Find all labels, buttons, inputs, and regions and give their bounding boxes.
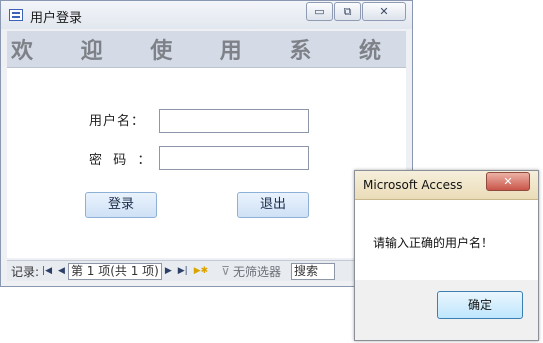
- window-title: 用户登录: [30, 11, 83, 26]
- close-icon: ✕: [503, 175, 513, 188]
- ok-button[interactable]: 确定: [437, 291, 523, 319]
- banner-char: 迎: [80, 38, 104, 64]
- password-input[interactable]: [159, 146, 309, 170]
- banner-char: 系: [289, 38, 313, 64]
- record-label: 记录:: [11, 264, 40, 279]
- title-bar[interactable]: 用户登录 ▭ ⧉ ✕: [1, 1, 412, 29]
- banner-char: 使: [150, 38, 174, 64]
- restore-button[interactable]: ⧉: [334, 2, 361, 21]
- login-button[interactable]: 登录: [85, 192, 157, 218]
- dialog-footer: 确定: [355, 280, 538, 340]
- close-button[interactable]: ✕: [362, 2, 406, 21]
- banner-char: 统: [358, 38, 382, 64]
- dialog-title: Microsoft Access: [363, 178, 463, 192]
- dialog-close-button[interactable]: ✕: [486, 172, 530, 191]
- dialog-body: 请输入正确的用户名！: [355, 200, 538, 280]
- form-body: 用户名： 密 码 ： 登录 退出: [7, 68, 406, 258]
- login-window: 用户登录 ▭ ⧉ ✕ 欢 迎 使 用 系 统 用户名： 密 码 ： 登录 退出 …: [0, 0, 413, 287]
- last-record-icon[interactable]: ▶|: [178, 266, 188, 276]
- exit-button[interactable]: 退出: [237, 192, 309, 218]
- previous-record-icon[interactable]: ◀: [58, 266, 65, 276]
- new-record-icon[interactable]: ▶✱: [194, 266, 208, 276]
- first-record-icon[interactable]: |◀: [42, 266, 52, 276]
- username-input[interactable]: [159, 109, 309, 133]
- record-navigation-bar: 记录: |◀ ◀ 第 1 项(共 1 项) ▶ ▶| ▶✱ ⊽ 无筛选器 搜索: [7, 260, 406, 281]
- banner-char: 欢: [11, 38, 35, 64]
- message-dialog: Microsoft Access ✕ 请输入正确的用户名！ 确定: [354, 170, 539, 341]
- next-record-icon[interactable]: ▶: [165, 266, 172, 276]
- close-icon: ✕: [379, 5, 389, 18]
- no-filter-icon[interactable]: ⊽: [221, 264, 230, 278]
- username-label: 用户名：: [89, 114, 146, 129]
- form-icon: [9, 9, 23, 21]
- restore-icon: ⧉: [343, 5, 352, 18]
- banner-char: 用: [219, 38, 243, 64]
- welcome-banner: 欢 迎 使 用 系 统: [7, 31, 406, 68]
- dialog-title-bar[interactable]: Microsoft Access ✕: [355, 171, 538, 200]
- minimize-button[interactable]: ▭: [306, 2, 333, 21]
- filter-status[interactable]: 无筛选器: [233, 263, 281, 280]
- search-input[interactable]: 搜索: [291, 262, 336, 280]
- dialog-message: 请输入正确的用户名！: [373, 236, 494, 250]
- password-label: 密 码 ：: [89, 153, 152, 168]
- minimize-icon: ▭: [314, 5, 325, 18]
- record-position-field[interactable]: 第 1 项(共 1 项): [67, 262, 162, 280]
